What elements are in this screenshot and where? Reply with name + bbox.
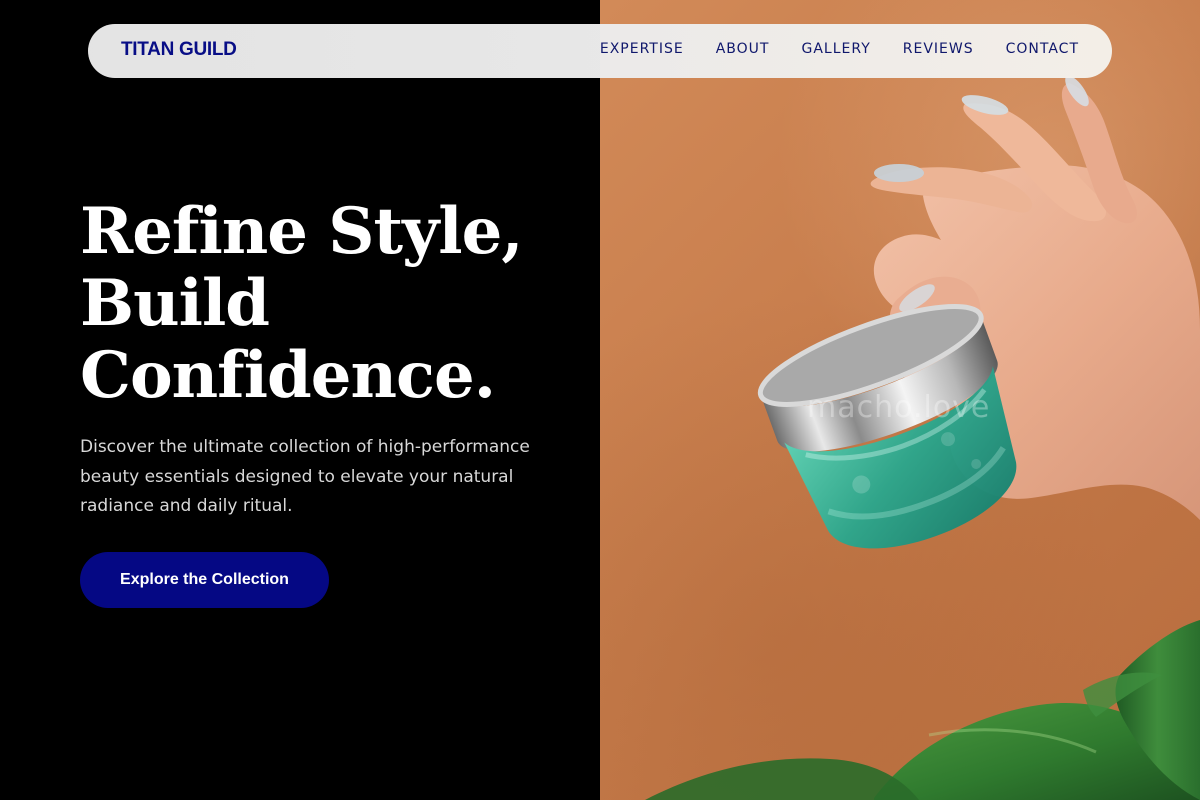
brand-logo[interactable]: TITAN GUILD — [121, 39, 237, 61]
nav-item-about[interactable]: ABOUT — [716, 41, 770, 57]
nav-item-gallery[interactable]: GALLERY — [801, 41, 870, 57]
hero-title-line-1: Refine Style, — [80, 194, 524, 269]
nav-item-expertise[interactable]: EXPERTISE — [600, 41, 684, 57]
hero-title-line-2: Build — [80, 266, 270, 341]
hero-description: Discover the ultimate collection of high… — [80, 437, 530, 516]
hero-title: Refine Style, Build Confidence. — [80, 196, 550, 412]
leaf-bottom-left — [645, 758, 919, 800]
hero-image: macho.love — [600, 0, 1200, 800]
top-navigation: TITAN GUILD EXPERTISE ABOUT GALLERY REVI… — [88, 24, 1112, 78]
image-watermark: macho.love — [807, 390, 991, 425]
nav-item-contact[interactable]: CONTACT — [1006, 41, 1079, 57]
nav-item-reviews[interactable]: REVIEWS — [903, 41, 974, 57]
thumb-nail — [874, 164, 924, 182]
hero-title-line-3: Confidence. — [80, 338, 496, 413]
landing-page: macho.love TITAN GUILD EXPERTISE ABOUT G… — [0, 0, 1200, 800]
explore-collection-button[interactable]: Explore the Collection — [80, 552, 329, 608]
nav-links: EXPERTISE ABOUT GALLERY REVIEWS CONTACT — [600, 41, 1079, 57]
